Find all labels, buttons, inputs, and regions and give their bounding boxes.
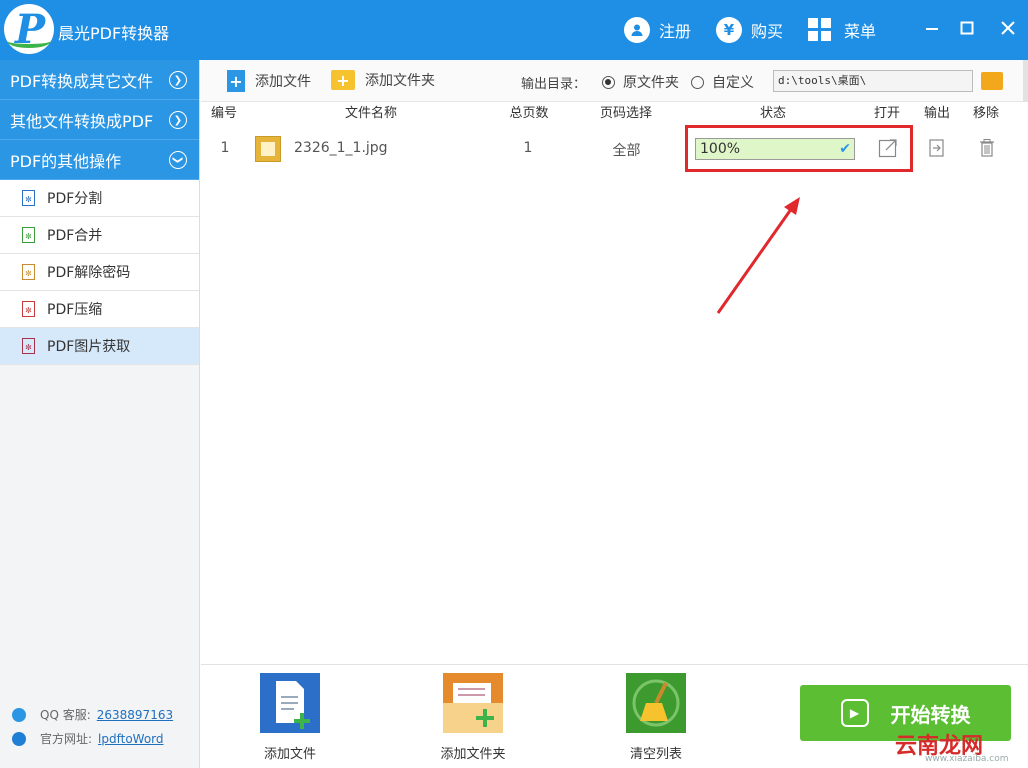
qq-icon: [12, 707, 26, 722]
close-button[interactable]: [994, 14, 1022, 42]
minimize-icon: [926, 28, 938, 30]
radio-label: 原文件夹: [623, 75, 679, 91]
app-title: 晨光PDF转换器: [58, 24, 170, 43]
row-index: 1: [220, 140, 230, 156]
sidebar-item-pdf-unlock[interactable]: ✼ PDF解除密码: [0, 254, 199, 291]
close-icon: [1001, 21, 1015, 35]
yen-icon: ¥: [716, 17, 742, 43]
col-header: 输出: [923, 106, 950, 121]
clear-list-button[interactable]: 清空列表: [606, 673, 706, 762]
add-folder-icon: +: [331, 70, 355, 90]
watermark-url: www.xiazaiba.com: [925, 754, 1009, 764]
row-pages: 1: [523, 140, 533, 156]
radio-icon: [691, 75, 704, 89]
sidebar-item-pdf-split[interactable]: ✼ PDF分割: [0, 180, 199, 217]
sidebar-category-other-to-pdf[interactable]: 其他文件转换成PDF ❯: [0, 100, 199, 140]
qq-link[interactable]: 2638897163: [97, 708, 173, 722]
site-link[interactable]: lpdftoWord: [98, 732, 163, 746]
buy-button[interactable]: ¥ 购买: [716, 16, 783, 44]
sidebar-category-label: PDF转换成其它文件: [10, 71, 154, 91]
radio-icon: [602, 75, 615, 89]
sidebar-item-pdf-compress[interactable]: ✼ PDF压缩: [0, 291, 199, 328]
chevron-right-icon: ❯: [169, 71, 187, 89]
app-logo: P: [4, 4, 54, 54]
add-folder-label: 添加文件夹: [365, 73, 435, 89]
sidebar-item-label: PDF分割: [47, 191, 103, 207]
chevron-down-icon: ❯: [169, 151, 187, 169]
pdf-file-icon: ✼: [22, 338, 35, 354]
folder-browse-icon[interactable]: [981, 72, 1003, 90]
bottom-add-folder-label: 添加文件夹: [440, 747, 506, 762]
menu-label: 菜单: [844, 22, 877, 41]
add-file-large-icon: [260, 673, 320, 733]
add-folder-button[interactable]: + 添加文件夹: [331, 70, 435, 90]
col-header: 文件名称: [344, 106, 397, 121]
pdf-file-icon: ✼: [22, 264, 35, 280]
sidebar-item-pdf-image-extract[interactable]: ✼ PDF图片获取: [0, 328, 199, 365]
table-header: 编号 文件名称 总页数 页码选择 状态 打开 输出 移除: [201, 102, 1028, 126]
menu-button[interactable]: 菜单: [808, 16, 876, 44]
col-header: 页码选择: [599, 106, 652, 121]
browser-icon: [12, 731, 26, 746]
bottom-add-folder-button[interactable]: 添加文件夹: [423, 673, 523, 762]
highlight-frame: [685, 125, 913, 172]
radio-custom[interactable]: 自定义: [691, 72, 754, 92]
toolbar: + 添加文件 + 添加文件夹 输出目录： 原文件夹 自定义 d:\tools\桌…: [201, 60, 1028, 102]
image-file-icon: [255, 136, 281, 162]
row-filename: 2326_1_1.jpg: [294, 140, 388, 156]
output-dir-label: 输出目录：: [521, 77, 587, 92]
sidebar-category-label: PDF的其他操作: [10, 151, 122, 171]
radio-label: 自定义: [712, 75, 754, 91]
qq-label: QQ 客服:: [40, 708, 91, 722]
broom-icon: [626, 673, 686, 733]
sidebar-item-pdf-merge[interactable]: ✼ PDF合并: [0, 217, 199, 254]
add-folder-large-icon: [443, 673, 503, 733]
add-file-button[interactable]: + 添加文件: [227, 70, 311, 92]
bottom-add-file-button[interactable]: 添加文件: [240, 673, 340, 762]
col-header: 总页数: [509, 106, 549, 121]
sidebar-item-label: PDF合并: [47, 228, 103, 244]
trash-icon[interactable]: [977, 138, 997, 158]
add-file-label: 添加文件: [255, 74, 311, 90]
bottom-add-file-label: 添加文件: [263, 747, 316, 762]
grid-icon: [808, 18, 832, 42]
output-icon[interactable]: [927, 138, 947, 158]
site-label: 官方网址:: [40, 732, 93, 746]
register-button[interactable]: 注册: [624, 16, 691, 44]
row-page-range[interactable]: 全部: [599, 140, 654, 160]
col-header: 打开: [873, 106, 900, 121]
play-icon: ▶: [840, 699, 869, 727]
col-header: 移除: [972, 106, 999, 121]
user-icon: [624, 17, 650, 43]
start-convert-label: 开始转换: [890, 702, 971, 727]
qq-support: QQ 客服: 2638897163: [12, 706, 173, 723]
radio-original-folder[interactable]: 原文件夹: [602, 72, 679, 92]
sidebar-item-label: PDF解除密码: [47, 265, 131, 281]
pdf-file-icon: ✼: [22, 227, 35, 243]
scrollbar[interactable]: [1023, 60, 1028, 102]
pdf-file-icon: ✼: [22, 301, 35, 317]
official-site: 官方网址: lpdftoWord: [12, 730, 164, 747]
output-path-field[interactable]: d:\tools\桌面\: [773, 70, 973, 92]
clear-list-label: 清空列表: [629, 747, 682, 762]
minimize-button[interactable]: [918, 14, 946, 42]
pdf-file-icon: ✼: [22, 190, 35, 206]
sidebar-category-label: 其他文件转换成PDF: [10, 111, 154, 131]
col-header: 状态: [759, 106, 786, 121]
col-header: 编号: [210, 106, 237, 121]
annotation-arrow-icon: [716, 197, 800, 314]
sidebar-item-label: PDF压缩: [47, 302, 103, 318]
sidebar-category-pdf-other-ops[interactable]: PDF的其他操作 ❯: [0, 140, 199, 180]
title-bar: P 晨光PDF转换器 注册 ¥ 购买 菜单: [0, 0, 1028, 60]
maximize-icon: [960, 21, 974, 35]
sidebar: PDF转换成其它文件 ❯ 其他文件转换成PDF ❯ PDF的其他操作 ❯ ✼ P…: [0, 60, 200, 768]
maximize-button[interactable]: [953, 14, 981, 42]
sidebar-category-pdf-to-other[interactable]: PDF转换成其它文件 ❯: [0, 60, 199, 100]
sidebar-item-label: PDF图片获取: [47, 339, 131, 355]
register-label: 注册: [659, 22, 692, 41]
buy-label: 购买: [751, 22, 784, 41]
chevron-right-icon: ❯: [169, 111, 187, 129]
add-file-icon: +: [227, 70, 245, 92]
